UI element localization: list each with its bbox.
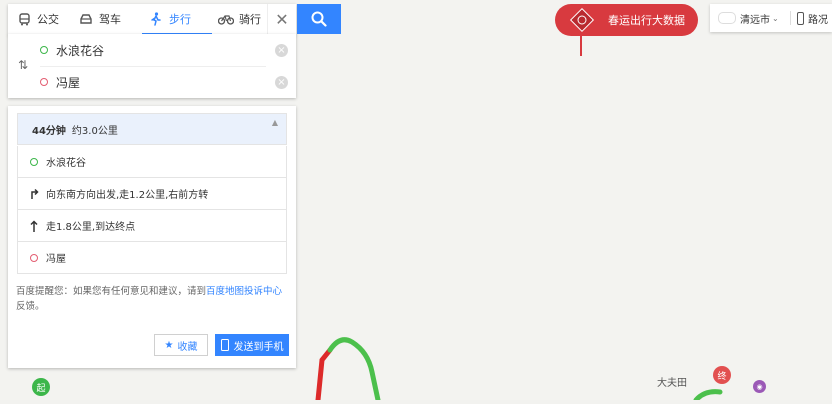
route-summary[interactable]: 44分钟 约3.0公里 ▲ [17,113,287,145]
bus-icon [16,11,32,27]
route-step-end[interactable]: 冯屋 [17,242,287,274]
route-result-panel: 44分钟 约3.0公里 ▲ 水浪花谷 向东南方向出发,走1.2公里,右前方转 走… [8,106,296,368]
route-distance: 约3.0公里 [71,125,118,137]
feedback-note-suffix: 反馈。 [16,301,45,312]
chevron-down-icon: ⌄ [772,13,779,23]
traffic-light-icon [797,11,804,25]
send-to-phone-button[interactable]: 发送到手机 [215,334,289,356]
traffic-label: 路况 [808,14,828,26]
spring-festival-banner[interactable]: 春运出行大数据 [555,4,698,36]
favorite-button[interactable]: ★ 收藏 [154,334,208,356]
favorite-label: 收藏 [177,341,198,353]
end-pin-text: 终 [717,371,727,382]
clear-start-icon[interactable]: × [275,44,288,57]
phone-icon [220,339,229,351]
route-step-start[interactable]: 水浪花谷 [17,146,287,178]
travel-mode-tabs: 公交 驾车 步行 骑行 ✕ [8,4,296,35]
bike-icon [218,11,234,27]
start-pin-text: 起 [36,383,46,394]
route-step-straight[interactable]: 走1.8公里,到达终点 [17,210,287,242]
start-dot-icon [28,157,40,166]
swap-direction-icon[interactable]: ⇅ [18,58,28,72]
map-toolbar: 清远市 ⌄ 路况 [710,4,832,32]
straight-arrow-icon [28,219,40,232]
poi-marker-icon[interactable]: ◉ [753,380,766,393]
start-point-value: 水浪花谷 [56,43,105,58]
send-to-phone-label: 发送到手机 [233,341,284,353]
route-step-text: 走1.8公里,到达终点 [46,222,136,233]
route-step-turn[interactable]: 向东南方向出发,走1.2公里,右前方转 [17,178,287,210]
clear-end-icon[interactable]: × [275,76,288,89]
feedback-note: 百度提醒您：如果您有任何意见和建议，请到百度地图投诉中心反馈。 [16,284,291,314]
route-input-panel: ⇅ 水浪花谷 × 冯屋 × [8,34,296,98]
start-point-field[interactable]: 水浪花谷 × [40,34,288,67]
route-step-text: 向东南方向出发,走1.2公里,右前方转 [46,190,209,201]
route-duration: 44分钟 [32,125,66,137]
traffic-toggle[interactable]: 路况 [797,11,828,26]
end-pin[interactable]: 终 [713,366,731,384]
start-dot-icon [40,46,48,54]
tab-walk-label: 步行 [169,13,191,26]
star-icon: ★ [164,339,174,351]
turn-right-icon [28,188,40,199]
divider [790,11,791,25]
collapse-caret-icon[interactable]: ▲ [272,118,278,127]
close-icon[interactable]: ✕ [267,4,296,34]
tab-walk[interactable]: 步行 [142,4,212,35]
tab-bus-label: 公交 [37,13,59,26]
feedback-note-text: 百度提醒您：如果您有任何意见和建议，请到 [16,286,207,297]
route-step-text: 冯屋 [46,254,66,265]
tab-bike-label: 骑行 [239,13,261,26]
car-icon [78,11,94,27]
search-icon [311,11,327,27]
walk-icon [148,11,164,27]
end-dot-icon [28,253,40,262]
weather-icon [718,12,736,24]
search-button[interactable] [297,4,341,34]
chinese-knot-icon [569,7,595,33]
city-label: 清远市 [740,14,770,26]
tab-car[interactable]: 驾车 [78,4,142,34]
start-pin[interactable]: 起 [32,378,50,396]
tab-bus[interactable]: 公交 [16,4,78,34]
end-point-field[interactable]: 冯屋 × [40,66,288,98]
complaint-center-link[interactable]: 百度地图投诉中心 [206,286,282,297]
place-label: 大夫田 [657,378,687,389]
route-step-text: 水浪花谷 [46,158,86,169]
tab-car-label: 驾车 [99,13,121,26]
end-point-value: 冯屋 [56,75,81,90]
route-segment-congested [315,347,333,403]
route-segment-end [693,389,723,403]
route-segment-clear [327,337,381,403]
end-dot-icon [40,78,48,86]
banner-label: 春运出行大数据 [608,14,685,27]
city-selector[interactable]: 清远市 ⌄ [710,11,784,26]
